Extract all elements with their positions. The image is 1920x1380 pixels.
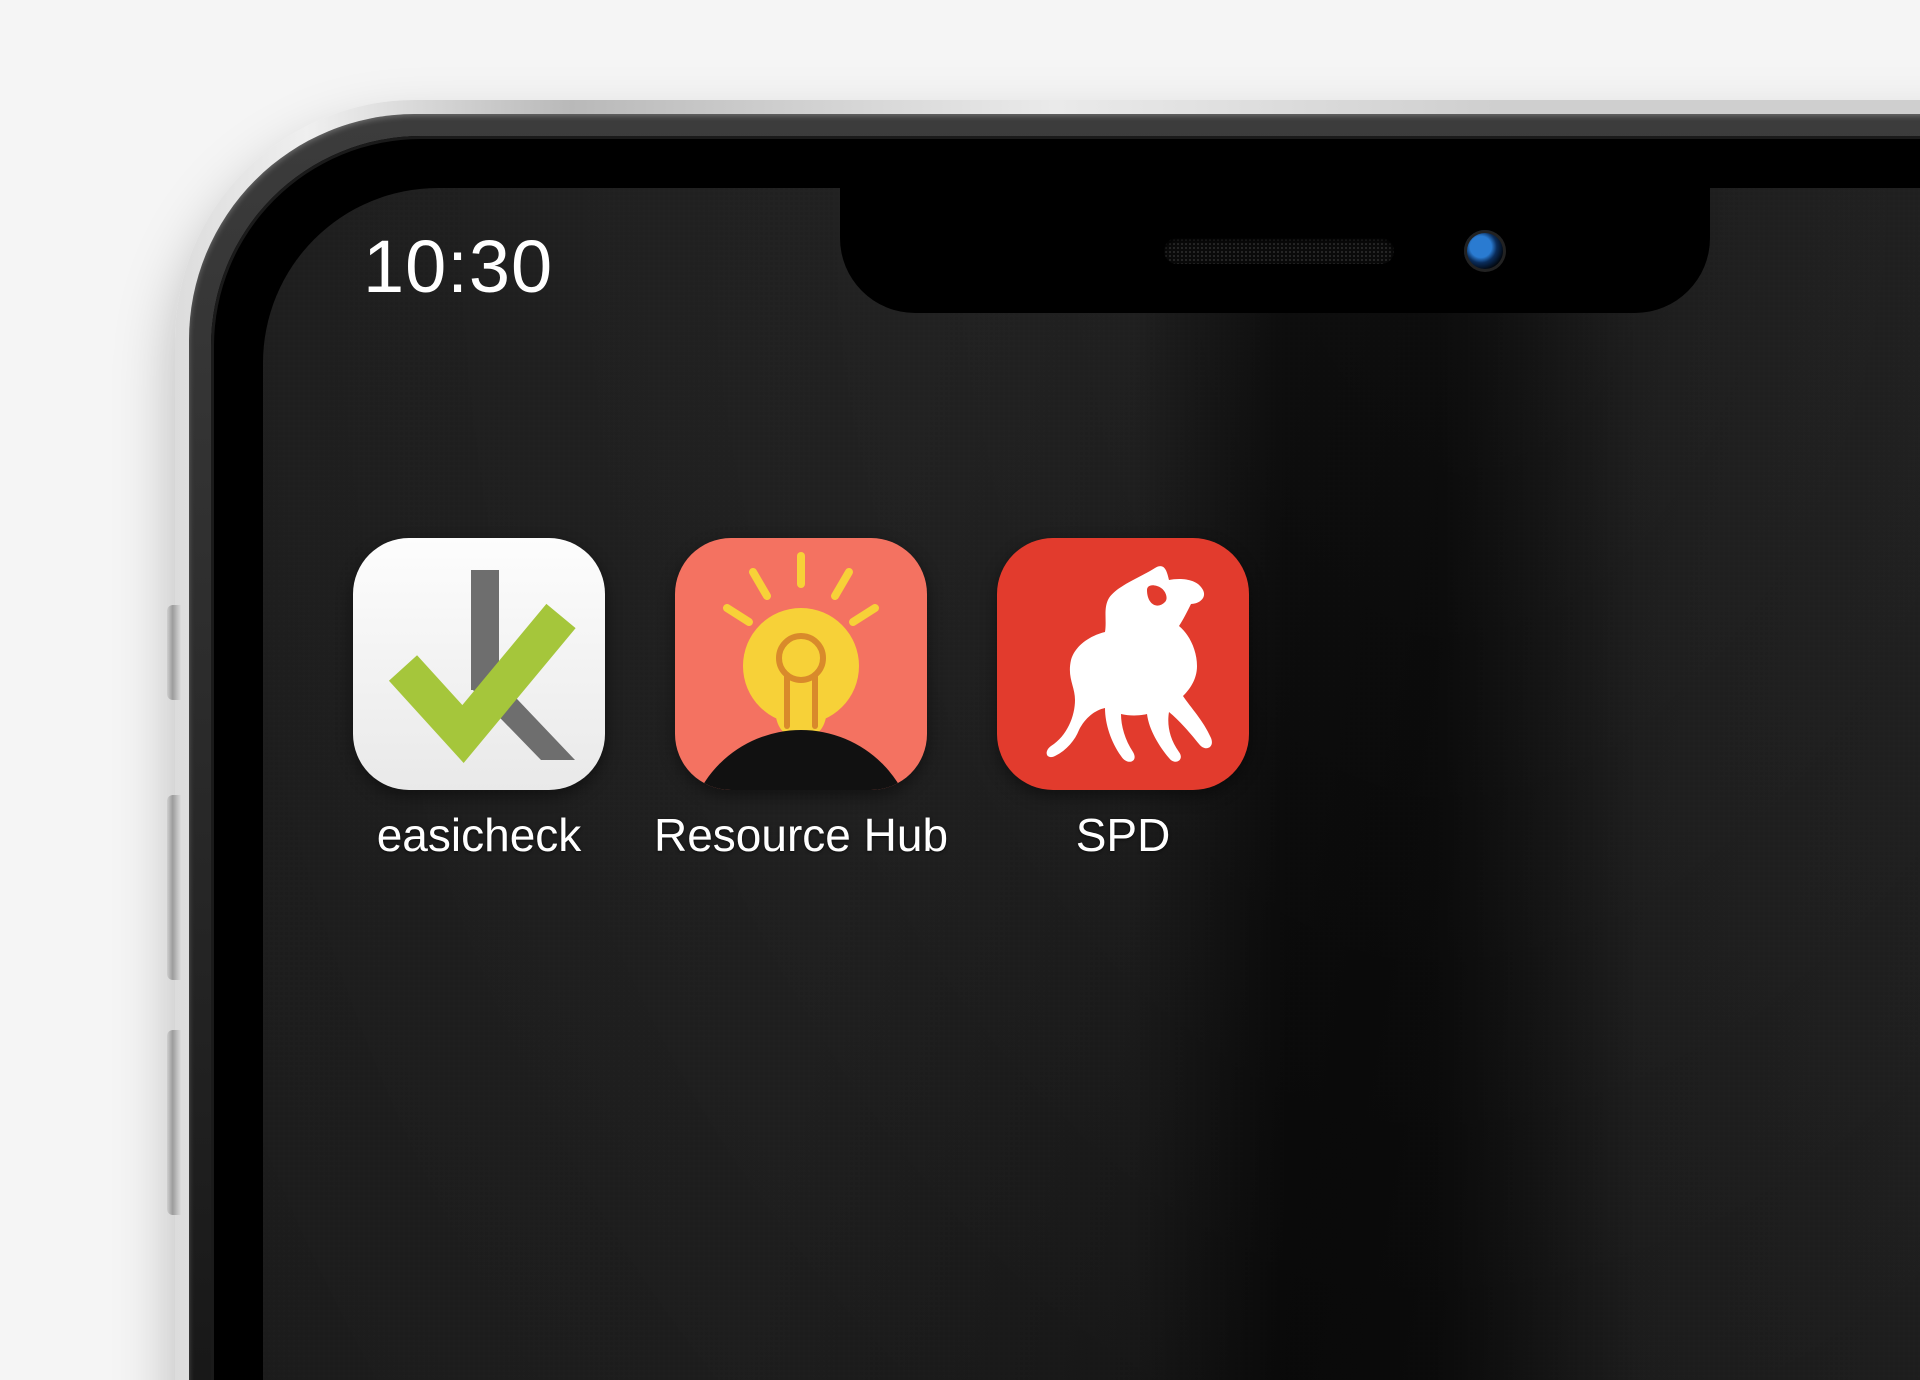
app-easicheck[interactable]: easicheck <box>353 538 605 862</box>
front-camera <box>1464 230 1506 272</box>
app-label-resource-hub: Resource Hub <box>654 808 948 862</box>
volume-up-button[interactable] <box>167 795 181 980</box>
app-label-easicheck: easicheck <box>377 808 582 862</box>
app-icon-spd <box>997 538 1249 790</box>
phone-glass: 10:30 <box>211 136 1920 1380</box>
app-spd[interactable]: SPD <box>997 538 1249 862</box>
app-icon-easicheck <box>353 538 605 790</box>
phone-chassis: 10:30 <box>175 100 1920 1380</box>
mockup-stage: 10:30 <box>0 0 1920 1380</box>
app-icon-resource-hub <box>675 538 927 790</box>
status-bar-time: 10:30 <box>363 224 553 309</box>
horse-icon <box>997 538 1249 790</box>
lightbulb-icon <box>675 538 927 790</box>
mute-switch[interactable] <box>167 605 181 700</box>
volume-down-button[interactable] <box>167 1030 181 1215</box>
earpiece-speaker <box>1164 238 1394 264</box>
home-screen-app-row: easicheck <box>353 538 1920 862</box>
checkmark-k-icon <box>353 538 605 790</box>
app-resource-hub[interactable]: Resource Hub <box>675 538 927 862</box>
app-label-spd: SPD <box>1076 808 1171 862</box>
display-notch <box>840 188 1710 313</box>
phone-bezel: 10:30 <box>189 114 1920 1380</box>
phone-screen: 10:30 <box>263 188 1920 1380</box>
